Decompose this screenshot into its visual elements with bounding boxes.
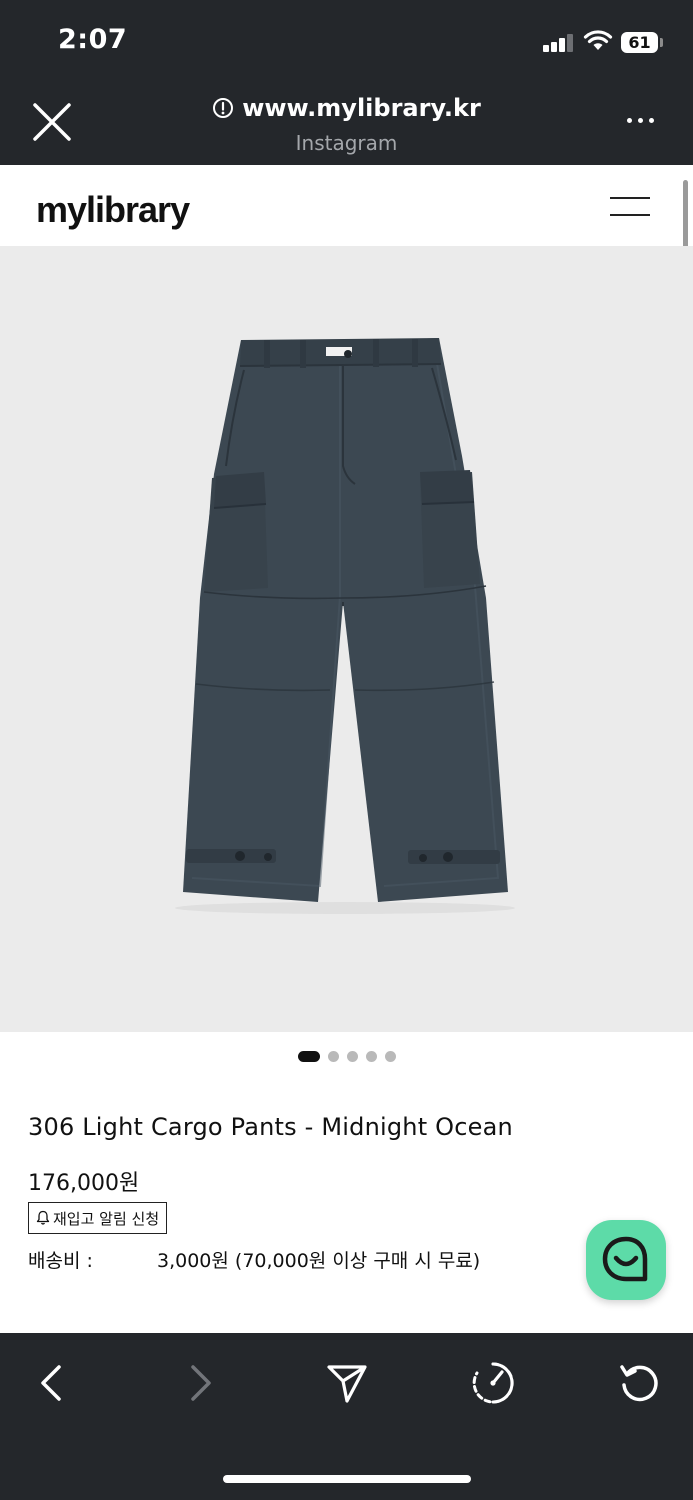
battery-indicator: 61 <box>621 32 658 53</box>
shipping-value: 3,000원 (70,000원 이상 구매 시 무료) <box>157 1250 481 1272</box>
carousel-dot[interactable] <box>297 1051 320 1062</box>
source-app-label: Instagram <box>295 131 398 155</box>
product-image[interactable] <box>0 246 693 1032</box>
carousel-dot[interactable] <box>327 1051 339 1062</box>
home-indicator[interactable] <box>223 1475 471 1483</box>
restock-alert-label: 재입고 알림 신청 <box>53 1210 160 1228</box>
product-title: 306 Light Cargo Pants - Midnight Ocean <box>28 1113 513 1141</box>
refresh-icon[interactable] <box>618 1361 662 1405</box>
chat-icon <box>602 1236 648 1282</box>
chat-button[interactable] <box>586 1220 666 1300</box>
more-options-icon[interactable] <box>623 112 659 128</box>
wifi-icon <box>583 30 613 50</box>
menu-icon[interactable] <box>610 195 650 217</box>
bell-icon <box>36 1210 50 1225</box>
product-price: 176,000원 <box>28 1171 140 1196</box>
carousel-dot[interactable] <box>346 1051 358 1062</box>
url-display[interactable]: www.mylibrary.kr <box>0 94 693 122</box>
status-time: 2:07 <box>58 24 128 55</box>
carousel-dot[interactable] <box>384 1051 396 1062</box>
image-carousel-indicator[interactable] <box>0 1051 693 1065</box>
url-text: www.mylibrary.kr <box>242 94 481 122</box>
restock-alert-button[interactable]: 재입고 알림 신청 <box>28 1202 168 1234</box>
browser-bottom-toolbar <box>0 1333 693 1500</box>
carousel-dot[interactable] <box>365 1051 377 1062</box>
forward-arrow-icon[interactable] <box>178 1361 222 1405</box>
cargo-pants-illustration <box>175 338 515 914</box>
browser-top-bar: 2:07 61 www.mylibrary.kr Instagram <box>0 0 693 165</box>
site-header: mylibrary <box>0 165 693 246</box>
shipping-label: 배송비 : <box>28 1250 93 1272</box>
cellular-signal-icon <box>543 34 575 52</box>
back-arrow-icon[interactable] <box>30 1361 74 1405</box>
share-icon[interactable] <box>325 1361 369 1405</box>
info-icon[interactable] <box>212 97 234 119</box>
site-logo[interactable]: mylibrary <box>36 189 190 231</box>
speed-icon[interactable] <box>471 1361 515 1405</box>
battery-cap <box>660 38 663 47</box>
